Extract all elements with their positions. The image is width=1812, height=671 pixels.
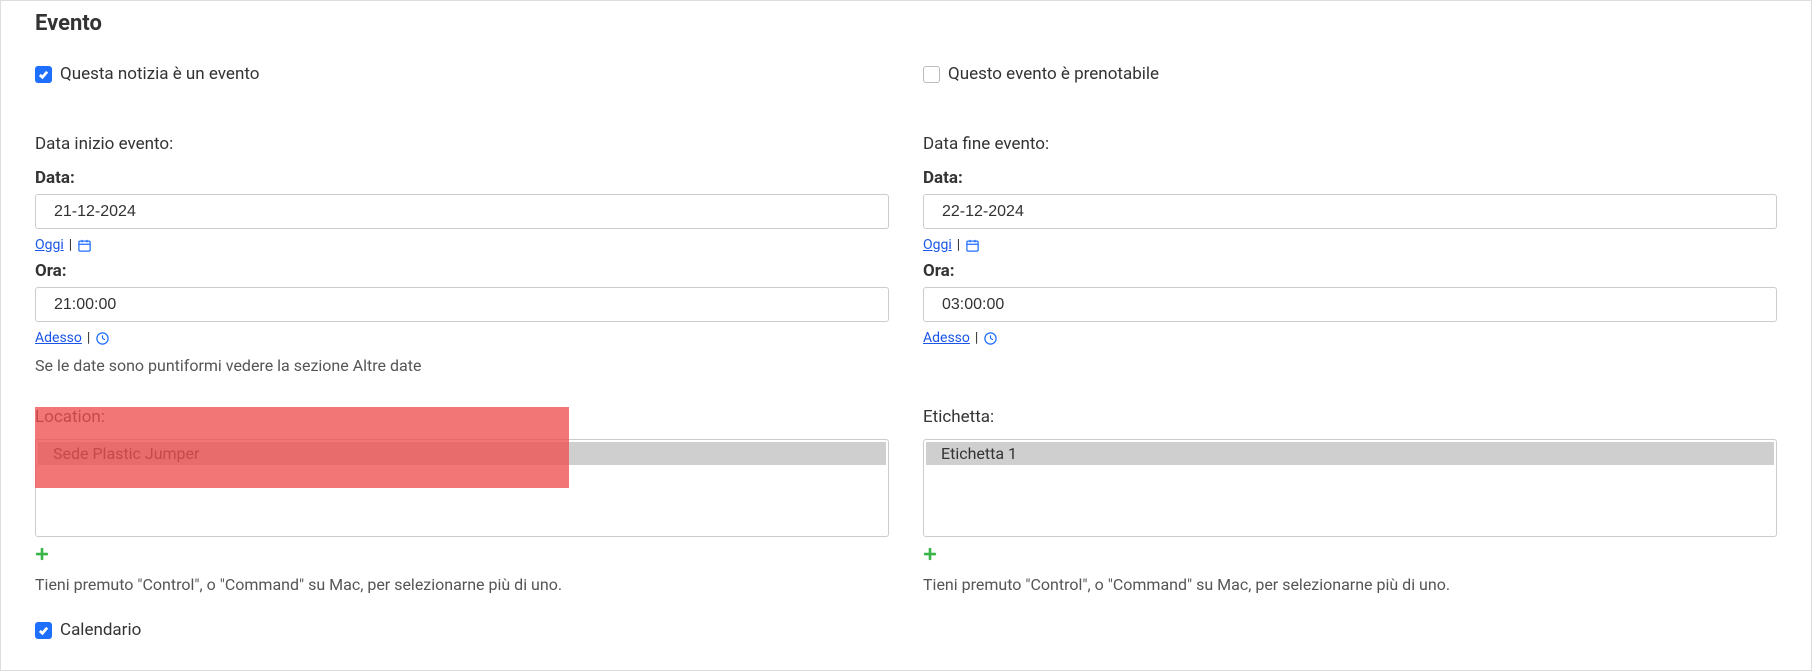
end-time-input[interactable] xyxy=(923,287,1777,322)
end-date-label: Data: xyxy=(923,168,1777,188)
end-time-label: Ora: xyxy=(923,261,1777,281)
start-time-input[interactable] xyxy=(35,287,889,322)
calendar-icon[interactable] xyxy=(77,238,92,253)
section-title: Evento xyxy=(35,11,1777,36)
end-date-input[interactable] xyxy=(923,194,1777,229)
etichetta-label: Etichetta: xyxy=(923,407,1777,427)
calendario-checkbox[interactable] xyxy=(35,622,52,639)
is-bookable-label: Questo evento è prenotabile xyxy=(948,64,1159,84)
start-now-link[interactable]: Adesso xyxy=(35,330,82,346)
list-item[interactable]: Sede Plastic Jumper xyxy=(38,442,886,465)
etichetta-hint: Tieni premuto "Control", o "Command" su … xyxy=(923,575,1777,594)
location-hint: Tieni premuto "Control", o "Command" su … xyxy=(35,575,889,594)
add-etichetta-button[interactable] xyxy=(923,545,937,564)
end-date-header: Data fine evento: xyxy=(923,134,1777,154)
list-item[interactable]: Etichetta 1 xyxy=(926,442,1774,465)
end-today-link[interactable]: Oggi xyxy=(923,237,952,253)
calendario-label: Calendario xyxy=(60,620,141,640)
calendar-icon[interactable] xyxy=(965,238,980,253)
is-event-label: Questa notizia è un evento xyxy=(60,64,259,84)
start-date-label: Data: xyxy=(35,168,889,188)
is-event-checkbox[interactable] xyxy=(35,66,52,83)
etichetta-listbox[interactable]: Etichetta 1 xyxy=(923,439,1777,537)
is-bookable-checkbox[interactable] xyxy=(923,66,940,83)
clock-icon[interactable] xyxy=(95,331,110,346)
location-label: Location: xyxy=(35,407,889,427)
location-listbox[interactable]: Sede Plastic Jumper xyxy=(35,439,889,537)
add-location-button[interactable] xyxy=(35,545,49,564)
start-time-label: Ora: xyxy=(35,261,889,281)
start-hint: Se le date sono puntiformi vedere la sez… xyxy=(35,356,889,375)
start-date-input[interactable] xyxy=(35,194,889,229)
clock-icon[interactable] xyxy=(983,331,998,346)
start-date-header: Data inizio evento: xyxy=(35,134,889,154)
end-now-link[interactable]: Adesso xyxy=(923,330,970,346)
start-today-link[interactable]: Oggi xyxy=(35,237,64,253)
